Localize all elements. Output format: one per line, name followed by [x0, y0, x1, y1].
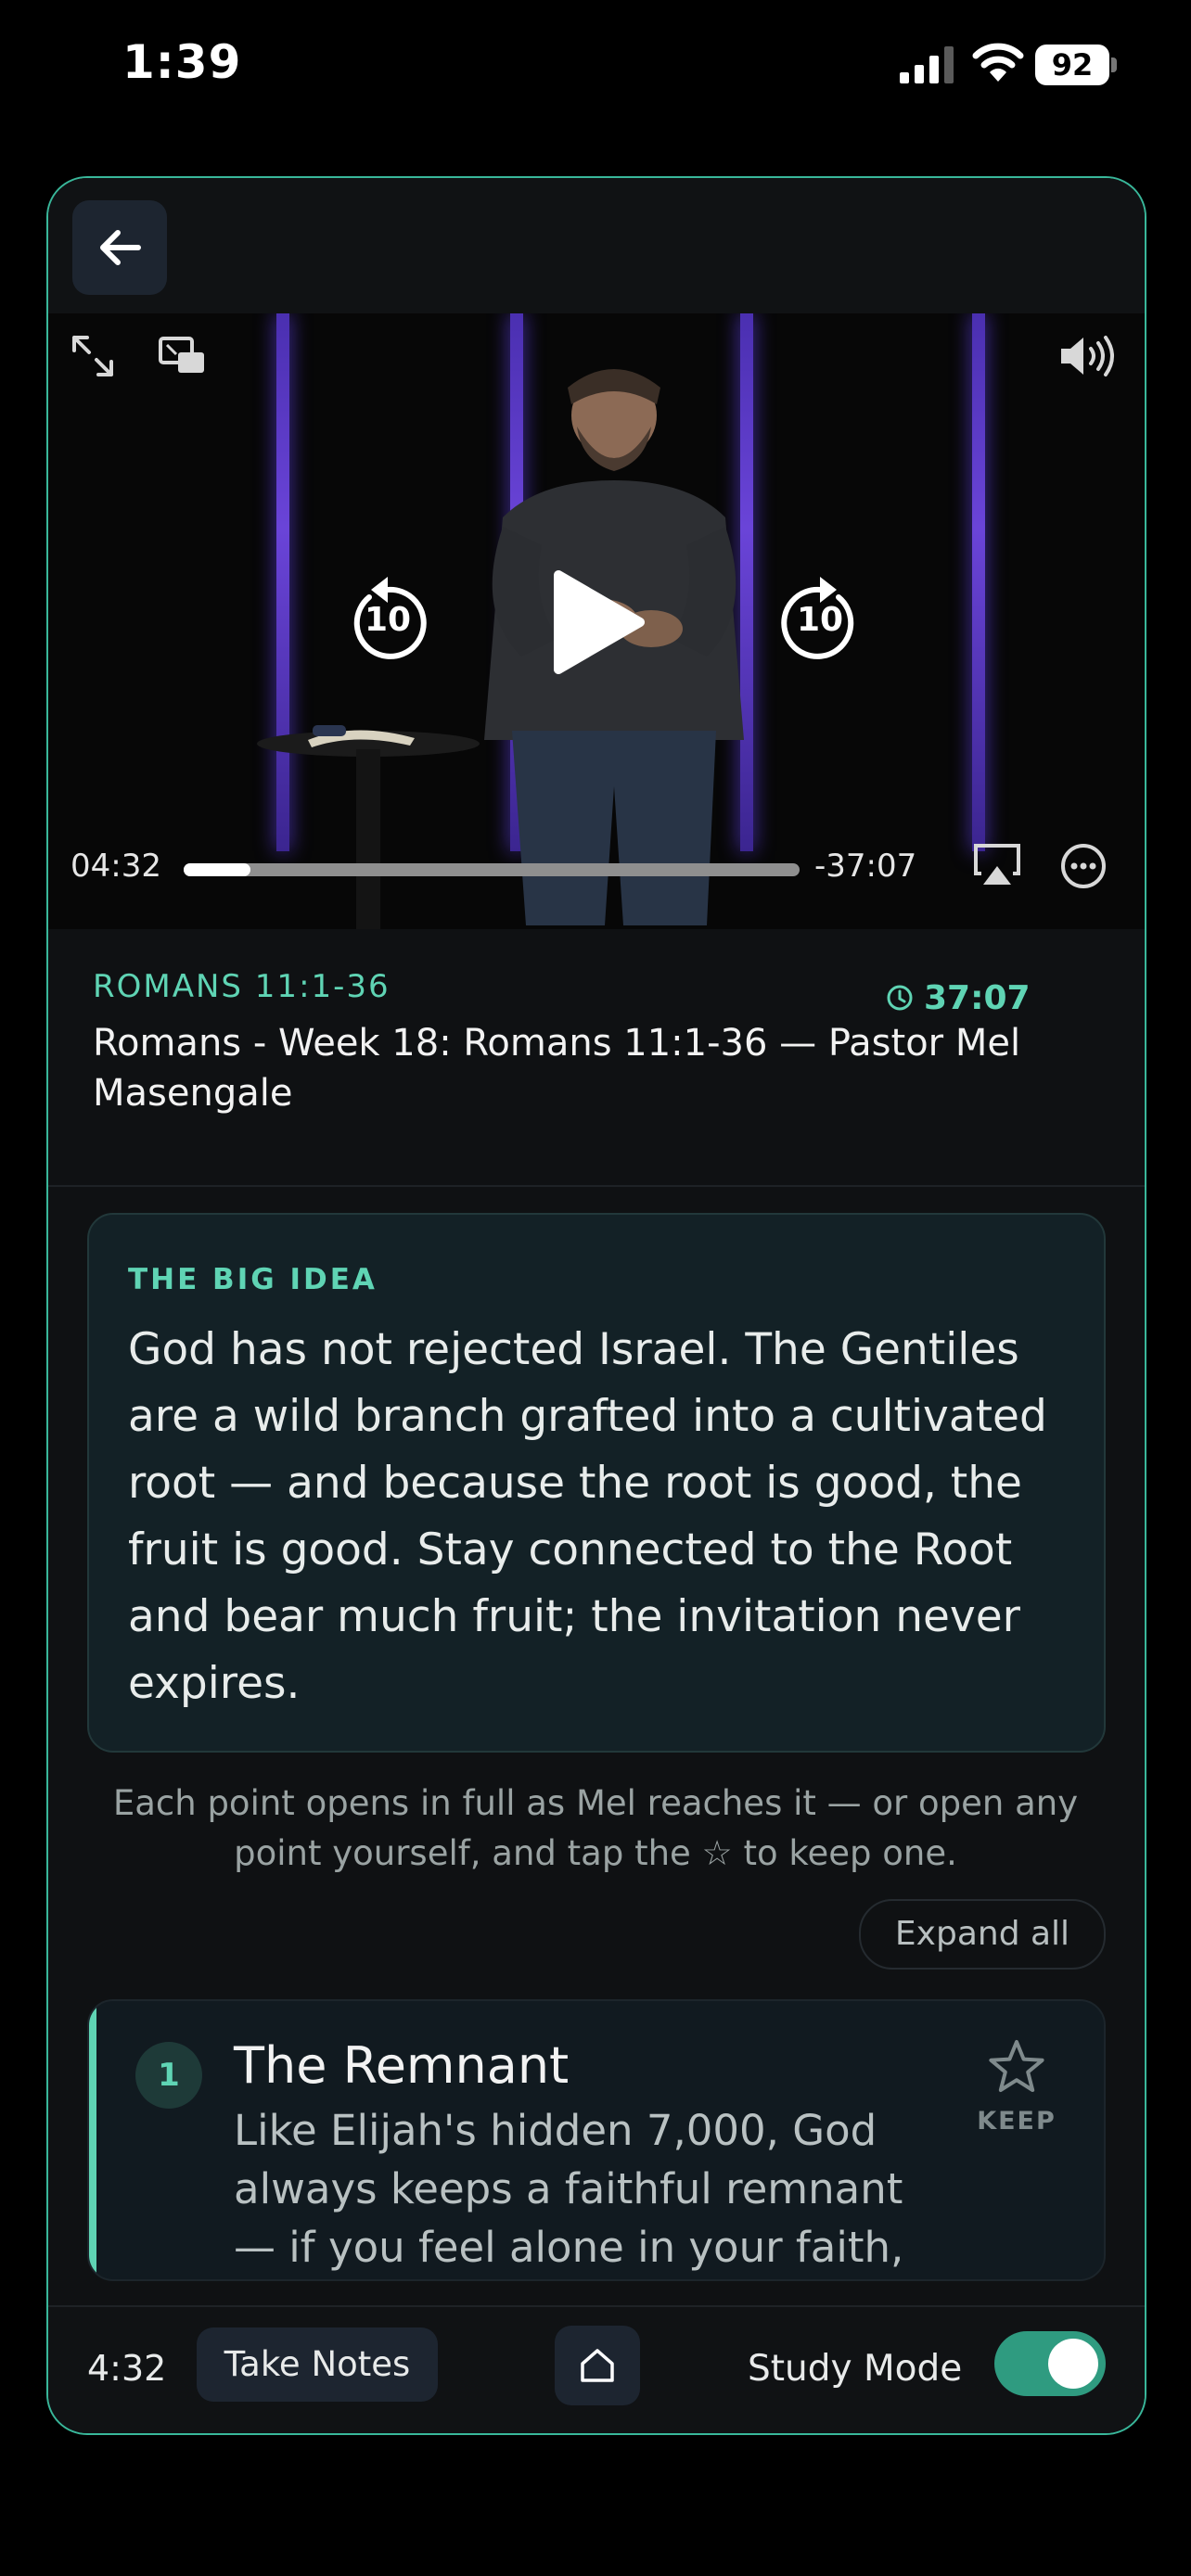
home-button[interactable]: [555, 2326, 640, 2405]
clock-icon: [887, 985, 913, 1011]
study-mode-label: Study Mode: [748, 2348, 963, 2390]
volume-icon[interactable]: [1057, 332, 1122, 380]
remaining-time: -37:07: [814, 848, 917, 885]
wifi-icon: [972, 43, 1024, 82]
home-icon: [581, 2349, 614, 2382]
stage-light: [972, 313, 985, 851]
helper-text: Each point opens in full as Mel reaches …: [112, 1783, 1079, 1873]
big-idea-label: THE BIG IDEA: [128, 1263, 378, 1296]
skip-forward-button[interactable]: 10: [774, 573, 866, 670]
sermon-info: ROMANS 11:1-36 37:07 Romans - Week 18: R…: [48, 929, 1145, 1187]
study-mode-toggle[interactable]: [994, 2331, 1106, 2396]
skip-back-label: 10: [364, 601, 412, 639]
point-card[interactable]: 1 The Remnant Like Elijah's hidden 7,000…: [87, 1999, 1106, 2281]
scripture-reference: ROMANS 11:1-36: [93, 968, 391, 1005]
sermon-duration: 37:07: [887, 979, 1031, 1017]
pip-icon[interactable]: [158, 336, 206, 376]
status-bar: 1:39 92: [0, 0, 1191, 139]
bottom-bar: 4:32 Take Notes Study Mode: [48, 2305, 1145, 2433]
top-bar: [48, 178, 1145, 313]
point-accent-bar: [89, 2001, 96, 2279]
back-button[interactable]: [72, 200, 167, 295]
point-summary: Like Elijah's hidden 7,000, God always k…: [234, 2106, 904, 2272]
airplay-icon[interactable]: [972, 842, 1022, 886]
star-icon[interactable]: [987, 2038, 1046, 2094]
battery-cap: [1111, 57, 1117, 72]
expand-icon[interactable]: [69, 332, 117, 380]
progress-scrubber[interactable]: [184, 863, 800, 876]
progress-fill: [184, 863, 251, 876]
take-notes-button[interactable]: Take Notes: [197, 2327, 438, 2402]
sermon-title: Romans - Week 18: Romans 11:1-36 — Pasto…: [93, 1022, 1021, 1115]
point-number: 1: [135, 2042, 202, 2109]
elapsed-time: 04:32: [70, 848, 161, 885]
big-idea-card: THE BIG IDEA God has not rejected Israel…: [87, 1213, 1106, 1753]
more-icon[interactable]: [1059, 842, 1108, 890]
bottom-elapsed-time: 4:32: [87, 2348, 167, 2389]
signal-icon: [900, 46, 954, 83]
video-player[interactable]: 10 10 04:32 -37:07: [48, 313, 1145, 929]
keep-label: KEEP: [977, 2107, 1057, 2136]
toggle-knob: [1048, 2339, 1098, 2389]
arrow-left-icon: [100, 230, 141, 265]
play-icon[interactable]: [545, 567, 647, 677]
skip-back-button[interactable]: 10: [341, 573, 434, 670]
point-title: The Remnant: [234, 2036, 570, 2095]
skip-forward-label: 10: [796, 601, 844, 639]
expand-all-button[interactable]: Expand all: [859, 1899, 1106, 1970]
battery-indicator: 92: [1035, 45, 1109, 85]
status-time: 1:39: [122, 35, 242, 89]
big-idea-text: God has not rejected Israel. The Gentile…: [128, 1324, 1047, 1709]
duration-text: 37:07: [924, 979, 1031, 1017]
sermon-player-card: 10 10 04:32 -37:07 ROMANS 11:1-36 37:07 …: [46, 176, 1146, 2435]
